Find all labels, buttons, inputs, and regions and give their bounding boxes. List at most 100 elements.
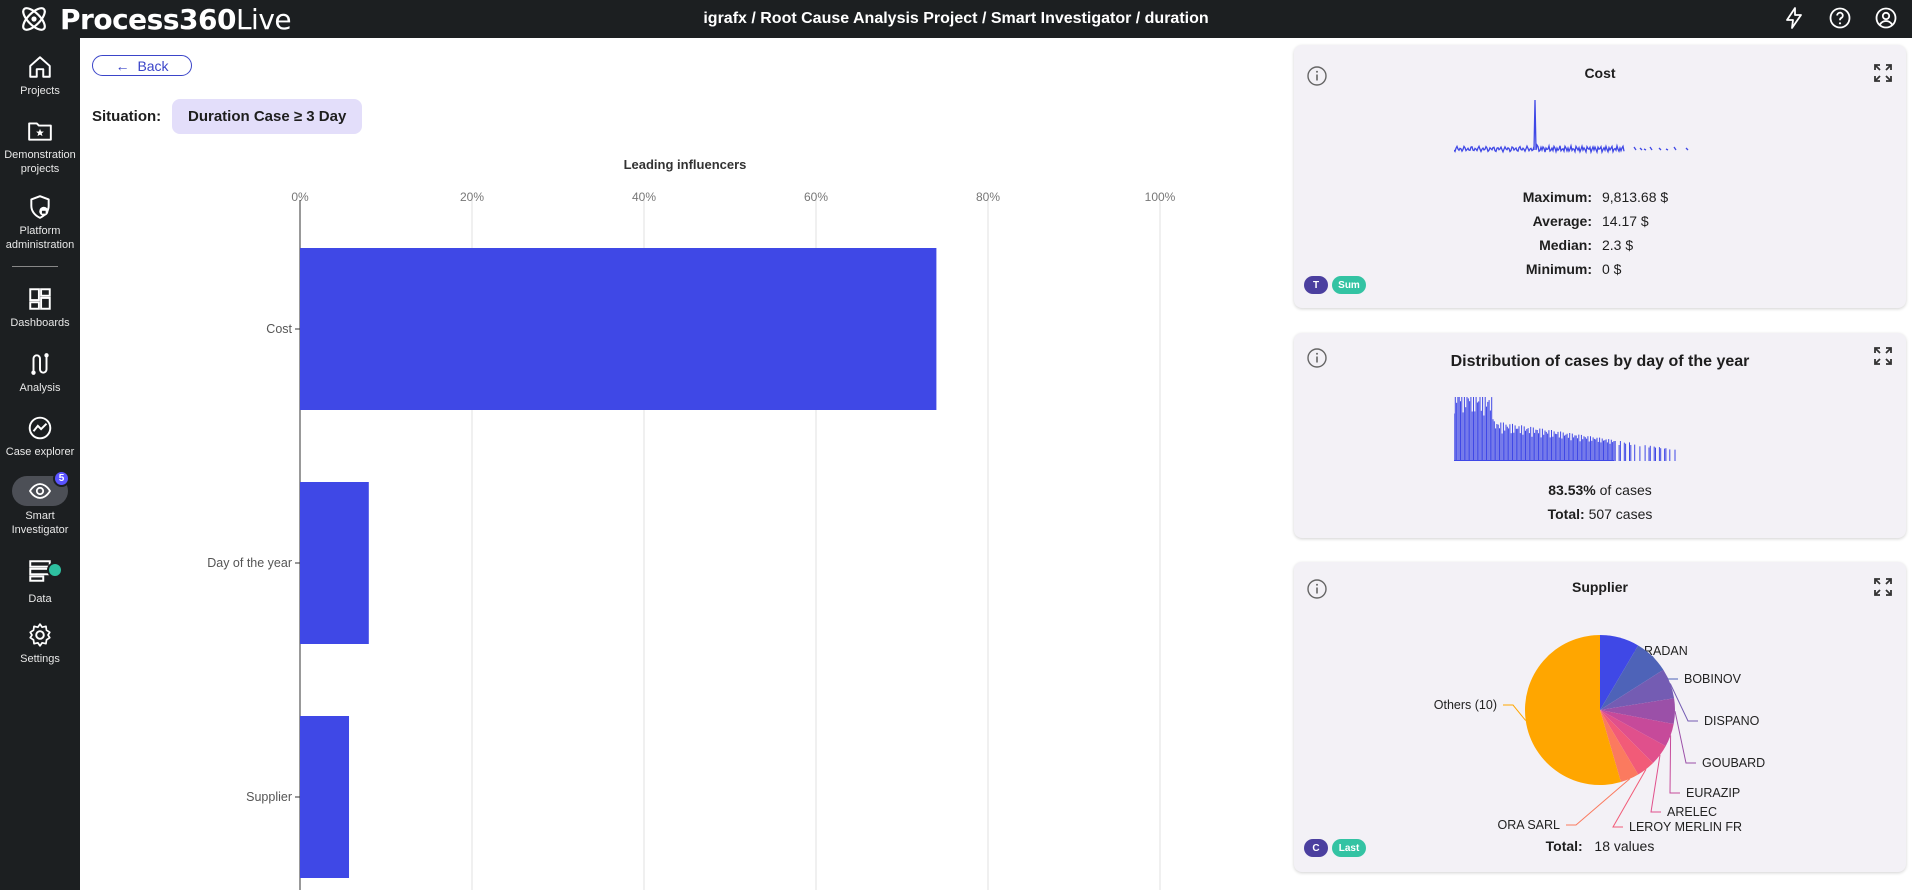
cost-series-tick bbox=[1633, 146, 1637, 151]
pie-label: DISPANO bbox=[1704, 714, 1760, 728]
stat-label: Minimum: bbox=[1525, 261, 1592, 277]
arrow-left-icon: ← bbox=[115, 57, 130, 74]
x-tick-label: 100% bbox=[1145, 190, 1176, 204]
app-logo[interactable]: Process360Live bbox=[18, 0, 292, 38]
pie-leader-line bbox=[1669, 735, 1680, 794]
percent-line: 83.53% of cases bbox=[1294, 482, 1906, 498]
pie-leader-line bbox=[1503, 704, 1527, 721]
sidebar-item-label: Demonstration projects bbox=[4, 149, 76, 175]
cost-series-tick bbox=[1685, 147, 1689, 151]
pie-label: BOBINOV bbox=[1684, 672, 1742, 686]
dashboard-icon bbox=[29, 288, 51, 310]
bar[interactable] bbox=[300, 482, 369, 644]
back-button[interactable]: ← Back bbox=[92, 55, 192, 76]
sidebar-item-label: Platform administration bbox=[5, 225, 75, 251]
distribution-histogram bbox=[1454, 397, 1676, 461]
pie-label: GOUBARD bbox=[1702, 756, 1765, 770]
cost-series-tick bbox=[1665, 148, 1669, 151]
cost-sparkline bbox=[1454, 100, 1689, 155]
breadcrumb-text[interactable]: igrafx / Root Cause Analysis Project / S… bbox=[703, 10, 1208, 27]
sidebar-item-case-explorer[interactable]: Case explorer bbox=[0, 415, 80, 459]
data-icon-wrap bbox=[27, 558, 63, 592]
account-icon[interactable] bbox=[1874, 6, 1898, 30]
sidebar-item-smart-investigator[interactable]: 5 Smart Investigator bbox=[0, 470, 80, 537]
category-label: Cost bbox=[266, 322, 292, 336]
situation-chip[interactable]: Duration Case ≥ 3 Day bbox=[172, 99, 363, 134]
pie-leader-line bbox=[1566, 778, 1631, 826]
pie-label: ARELEC bbox=[1667, 805, 1717, 819]
category-label: Day of the year bbox=[207, 556, 292, 570]
top-icons bbox=[1782, 6, 1898, 30]
sidebar-item-analysis[interactable]: Analysis bbox=[0, 351, 80, 395]
check-badge-icon bbox=[47, 562, 63, 578]
total-label: Total: bbox=[1545, 838, 1583, 854]
stat-minimum: Minimum: 0 $ bbox=[1294, 261, 1906, 277]
stat-value: 9,813.68 $ bbox=[1602, 189, 1669, 205]
x-tick-label: 60% bbox=[804, 190, 828, 204]
cost-series-line bbox=[1454, 100, 1625, 155]
case-explorer-icon bbox=[28, 416, 52, 440]
cost-series-tick bbox=[1643, 148, 1647, 151]
sidebar: Projects Demonstration projects Platform… bbox=[0, 38, 80, 890]
sidebar-item-platform-administration[interactable]: Platform administration bbox=[0, 194, 80, 252]
stat-value: 2.3 $ bbox=[1602, 237, 1634, 253]
bar[interactable] bbox=[300, 716, 350, 878]
stat-label: Average: bbox=[1532, 213, 1592, 229]
x-tick-label: 80% bbox=[976, 190, 1000, 204]
distribution-card: Distribution of cases by day of the year… bbox=[1294, 333, 1906, 538]
card-title: Distribution of cases by day of the year bbox=[1450, 353, 1750, 370]
cost-series-tick bbox=[1649, 146, 1653, 151]
cost-series-tick bbox=[1639, 147, 1643, 151]
sidebar-item-settings[interactable]: Settings bbox=[0, 622, 80, 666]
sidebar-item-label: Dashboards bbox=[10, 317, 70, 329]
atom-logo-icon bbox=[22, 7, 46, 31]
total-line: Total: 18 values bbox=[1294, 838, 1906, 854]
sidebar-item-label: Settings bbox=[20, 653, 60, 665]
cost-card: Cost Maximum: 9,813.68 $ Average: 14.17 $ … bbox=[1294, 45, 1906, 308]
active-nav-highlight: 5 bbox=[12, 470, 70, 506]
supplier-pie-chart: RADANBOBINOVDISPANOGOUBARDEURAZIPARELECL… bbox=[1434, 635, 1765, 834]
percent-suffix: of cases bbox=[1599, 482, 1652, 498]
bar[interactable] bbox=[300, 248, 937, 410]
sidebar-item-label: Case explorer bbox=[5, 446, 75, 458]
sidebar-item-label: Projects bbox=[20, 85, 60, 97]
sidebar-item-label: Smart Investigator bbox=[11, 510, 69, 536]
eye-search-icon bbox=[28, 483, 52, 499]
type-pill: T bbox=[1304, 276, 1328, 294]
help-icon[interactable] bbox=[1828, 6, 1852, 30]
stat-median: Median: 2.3 $ bbox=[1294, 237, 1906, 253]
sidebar-item-label: Data bbox=[28, 593, 52, 605]
back-label: Back bbox=[137, 57, 169, 74]
notification-badge: 5 bbox=[53, 470, 70, 487]
folder-star-icon bbox=[28, 122, 52, 141]
total-value: 18 values bbox=[1594, 838, 1655, 854]
logo-text: Process360Live bbox=[60, 2, 292, 36]
sidebar-item-demonstration-projects[interactable]: Demonstration projects bbox=[0, 118, 80, 176]
x-tick-label: 0% bbox=[291, 190, 309, 204]
analysis-icon bbox=[31, 353, 49, 375]
chart-title: Leading influencers bbox=[623, 157, 747, 172]
stat-value: 14.17 $ bbox=[1602, 213, 1649, 229]
lightning-icon[interactable] bbox=[1782, 6, 1806, 30]
sidebar-item-data[interactable]: Data bbox=[0, 558, 80, 606]
sidebar-item-projects[interactable]: Projects bbox=[0, 54, 80, 98]
x-tick-label: 20% bbox=[460, 190, 484, 204]
stat-label: Median: bbox=[1539, 237, 1592, 253]
sidebar-item-dashboards[interactable]: Dashboards bbox=[0, 286, 80, 330]
pie-label: Others (10) bbox=[1434, 698, 1497, 712]
supplier-card: Supplier RADAN BOBINOV DISPANO GOUBARD EURAZ… bbox=[1294, 562, 1906, 872]
pie-leader-line bbox=[1674, 711, 1696, 764]
pie-label: LEROY MERLIN FR bbox=[1629, 820, 1742, 834]
leading-influencers-chart: 0% 20% 40% 60% 80% 100% Cost Day of the year Sup… bbox=[207, 190, 1176, 890]
shield-lock-icon bbox=[30, 195, 50, 219]
cost-series-tick bbox=[1673, 146, 1677, 151]
card-title: Cost bbox=[1584, 65, 1616, 81]
total-label: Total: bbox=[1547, 506, 1585, 522]
total-value: 507 cases bbox=[1588, 506, 1653, 522]
percent-value: 83.53% bbox=[1548, 482, 1596, 498]
stat-average: Average: 14.17 $ bbox=[1294, 213, 1906, 229]
category-label: Supplier bbox=[246, 790, 292, 804]
total-line: Total: 507 cases bbox=[1294, 506, 1906, 522]
aggregation-pill: Sum bbox=[1332, 276, 1366, 294]
pie-label: EURAZIP bbox=[1686, 786, 1740, 800]
